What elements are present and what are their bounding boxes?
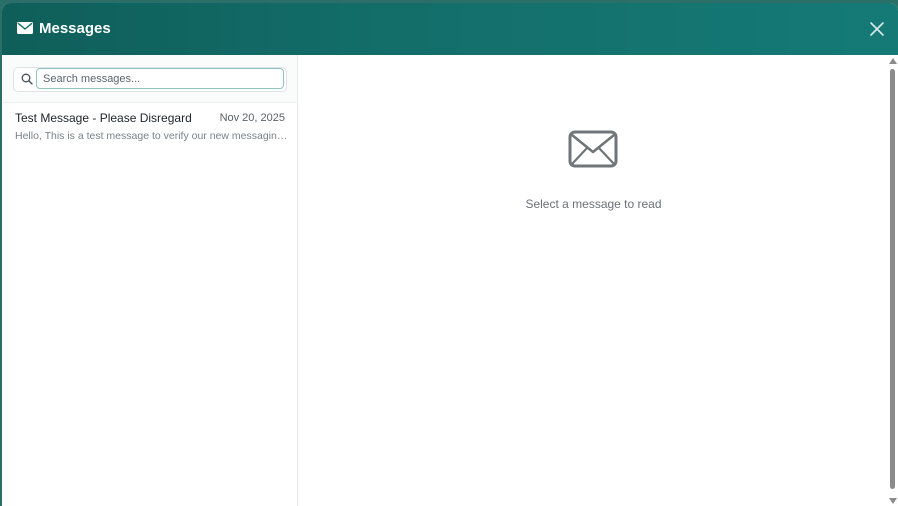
- search-input[interactable]: [36, 68, 284, 89]
- message-date: Nov 20, 2025: [219, 112, 285, 124]
- message-reader-panel: Select a message to read: [298, 55, 884, 506]
- envelope-icon: [568, 130, 618, 168]
- messages-modal: Messages Test Message - Please Disregard…: [2, 3, 898, 506]
- scroll-up-arrow[interactable]: [889, 58, 897, 64]
- message-subject: Test Message - Please Disregard: [15, 111, 192, 125]
- scrollbar[interactable]: [886, 55, 898, 506]
- scrollbar-thumb[interactable]: [890, 69, 895, 489]
- modal-title: Messages: [39, 20, 111, 37]
- message-list-panel: Test Message - Please Disregard Nov 20, …: [2, 55, 298, 506]
- search-icon: [21, 73, 33, 85]
- modal-header: Messages: [2, 3, 898, 55]
- search-bar: [2, 55, 297, 103]
- search-box: [13, 67, 287, 92]
- envelope-icon: [17, 22, 33, 34]
- empty-state-text: Select a message to read: [525, 197, 662, 211]
- message-preview: Hello, This is a test message to verify …: [15, 130, 288, 142]
- message-list-item[interactable]: Test Message - Please Disregard Nov 20, …: [2, 103, 297, 153]
- scroll-down-arrow[interactable]: [889, 498, 897, 504]
- close-icon[interactable]: [868, 20, 886, 38]
